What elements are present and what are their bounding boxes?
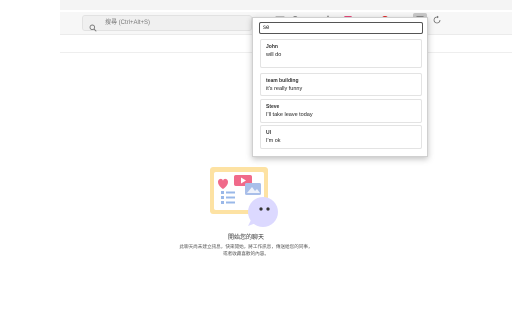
empty-state-description-line: 或者收藏喜歡的內容。 — [223, 251, 269, 256]
popup-search-input[interactable] — [259, 22, 423, 34]
empty-state-title: 開始您的聊天 — [227, 235, 264, 241]
search-popup: John will do team building it's really f… — [252, 17, 428, 157]
result-message: I'm ok — [266, 138, 281, 144]
result-card[interactable]: UI I'm ok — [260, 125, 422, 149]
search-placeholder: 搜尋 (Ctrl+Alt+S) — [105, 20, 151, 26]
search-icon — [89, 19, 97, 32]
result-name: UI — [266, 130, 271, 136]
empty-state-description: 此聊天尚未建立訊息，快來開始，將工作訊息，傳送給您的同事， 或者收藏喜歡的內容。 — [176, 243, 316, 257]
result-name: John — [266, 44, 278, 50]
browser-top-band — [0, 0, 512, 12]
result-name: Steve — [266, 104, 280, 110]
search-box[interactable]: 搜尋 (Ctrl+Alt+S) — [82, 15, 252, 32]
result-message: I'll take leave today — [266, 112, 313, 118]
result-card[interactable]: team building it's really funny — [260, 73, 422, 96]
refresh-icon[interactable] — [430, 13, 444, 27]
empty-state-description-line: 此聊天尚未建立訊息，快來開始，將工作訊息，傳送給您的同事， — [179, 244, 313, 249]
result-message: it's really funny — [266, 86, 303, 92]
result-card[interactable]: Steve I'll take leave today — [260, 99, 422, 123]
result-message: will do — [266, 52, 282, 58]
result-name: team building — [266, 78, 299, 84]
empty-chat-illustration — [208, 164, 284, 228]
tab-strip — [60, 0, 512, 10]
result-card[interactable]: John will do — [260, 39, 422, 68]
